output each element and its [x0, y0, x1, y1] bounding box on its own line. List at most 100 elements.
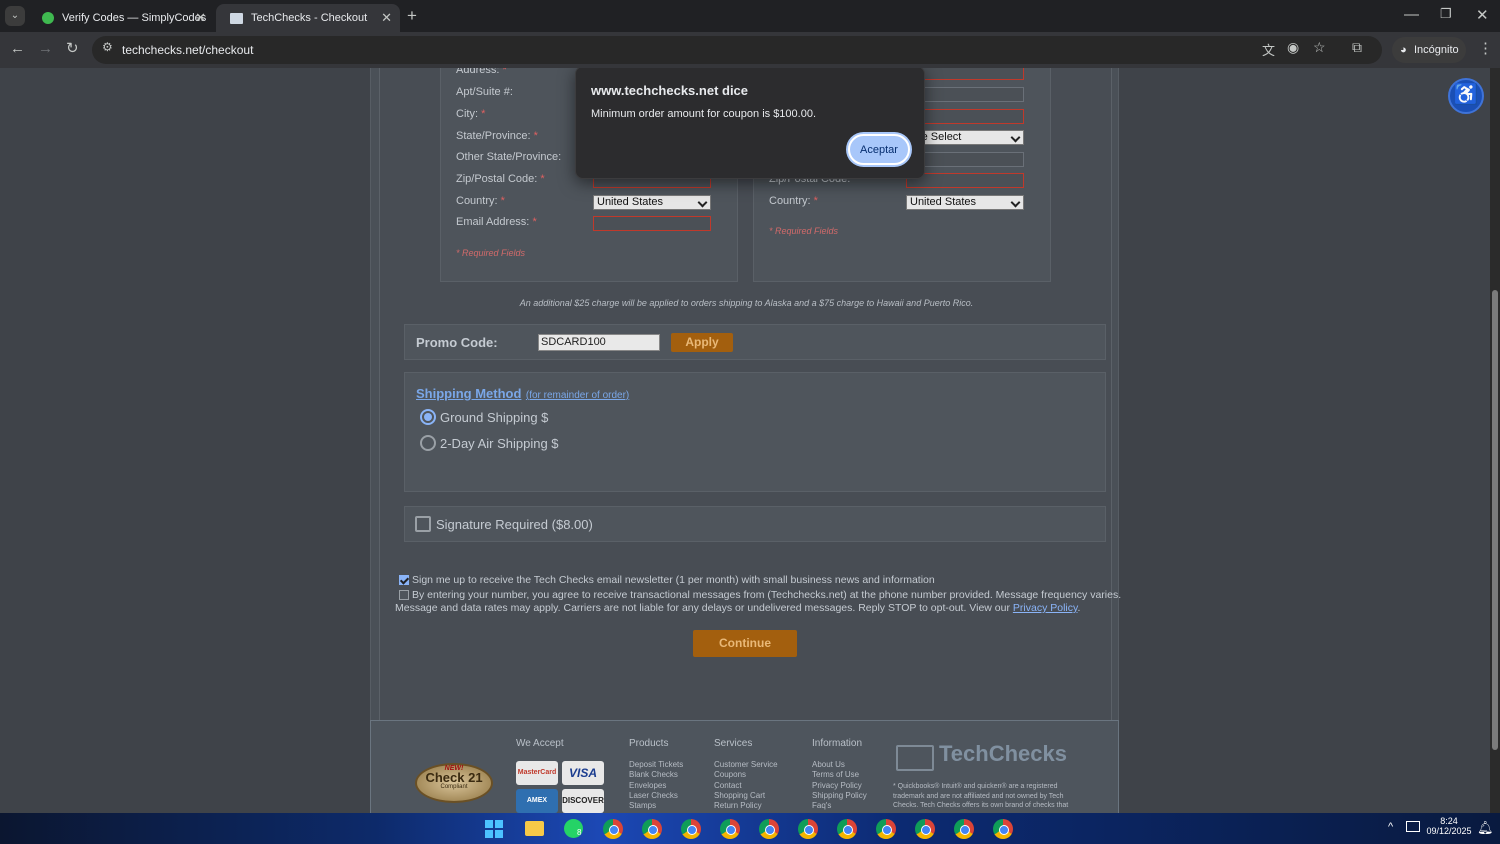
state-label: State/Province: *: [456, 130, 538, 142]
footer-link[interactable]: Laser Checks: [629, 791, 683, 801]
tracking-protection-icon[interactable]: ◉: [1287, 39, 1299, 56]
mastercard-logo: MasterCard: [516, 761, 558, 785]
chrome-icon[interactable]: [837, 819, 857, 839]
tab-techchecks[interactable]: TechChecks - Checkout ✕: [216, 4, 400, 32]
chrome-icon[interactable]: [681, 819, 701, 839]
dialog-message: Minimum order amount for coupon is $100.…: [591, 108, 817, 120]
footer-link[interactable]: Stamps: [629, 801, 683, 811]
sms-consent-text-2: Message and data rates may apply. Carrie…: [395, 602, 1081, 614]
two-day-air-radio[interactable]: [420, 435, 436, 451]
sms-consent-checkbox[interactable]: [399, 590, 409, 600]
chrome-icon[interactable]: [954, 819, 974, 839]
chrome-icon[interactable]: [993, 819, 1013, 839]
windows-start-icon[interactable]: [485, 820, 503, 838]
shipping-method-heading: Shipping Method (for remainder of order): [416, 386, 630, 401]
close-tab-icon[interactable]: ✕: [195, 10, 206, 26]
shipping-country-select[interactable]: United States: [906, 195, 1024, 210]
footer-link[interactable]: Customer Service: [714, 760, 778, 770]
footer-link[interactable]: Blank Checks: [629, 770, 683, 780]
ground-shipping-label: Ground Shipping $: [440, 410, 549, 425]
minimize-icon[interactable]: —: [1404, 6, 1419, 23]
footer-link[interactable]: Contact: [714, 781, 778, 791]
techchecks-favicon-icon: [230, 12, 243, 24]
country-select[interactable]: United States: [593, 195, 711, 210]
signature-checkbox[interactable]: [415, 516, 431, 532]
shipping-method-panel: Shipping Method (for remainder of order)…: [404, 372, 1106, 492]
footer-link[interactable]: Terms of Use: [812, 770, 867, 780]
incognito-icon: ◕: [1400, 44, 1407, 56]
display-icon[interactable]: [1406, 821, 1420, 832]
forward-icon[interactable]: →: [38, 40, 53, 57]
chrome-icon[interactable]: [915, 819, 935, 839]
amex-logo: AMEX: [516, 789, 558, 813]
zip-label: Zip/Postal Code: *: [456, 173, 545, 185]
footer-link[interactable]: Deposit Tickets: [629, 760, 683, 770]
country-label: Country: *: [456, 195, 505, 207]
back-icon[interactable]: ←: [10, 40, 25, 57]
whatsapp-badge: 8: [577, 828, 582, 837]
address-bar[interactable]: ⚙ techchecks.net/checkout 文 ◉ ☆: [92, 36, 1382, 64]
shipping-country-label: Country: *: [769, 195, 818, 207]
discover-logo: DISCOVER: [562, 789, 604, 813]
tab-search-button[interactable]: ⌄: [5, 6, 25, 26]
footer-link[interactable]: Shipping Policy: [812, 791, 867, 801]
required-fields-note: * Required Fields: [456, 248, 526, 258]
sms-consent-text: By entering your number, you agree to re…: [412, 589, 1122, 601]
menu-icon[interactable]: ⋮: [1478, 39, 1493, 57]
email-input[interactable]: [593, 216, 711, 231]
translate-icon[interactable]: 文: [1262, 40, 1275, 59]
whatsapp-icon[interactable]: 8: [564, 819, 583, 838]
chrome-icon[interactable]: [603, 819, 623, 839]
aceptar-button[interactable]: Aceptar: [848, 134, 910, 165]
close-window-icon[interactable]: ✕: [1476, 6, 1489, 24]
clock-date: 09/12/2025: [1426, 826, 1472, 836]
close-tab-icon[interactable]: ✕: [381, 10, 392, 26]
new-tab-icon[interactable]: +: [407, 6, 417, 26]
promo-label: Promo Code:: [416, 335, 498, 350]
file-explorer-icon[interactable]: [525, 821, 544, 836]
reload-icon[interactable]: ↻: [66, 39, 79, 57]
chrome-icon[interactable]: [720, 819, 740, 839]
accessibility-icon[interactable]: ♿: [1448, 78, 1484, 114]
incognito-chip[interactable]: ◕ Incógnito: [1392, 37, 1466, 63]
continue-button[interactable]: Continue: [693, 630, 797, 657]
tray-chevron-icon[interactable]: ^: [1388, 821, 1393, 833]
clock[interactable]: 8:24 09/12/2025: [1424, 816, 1474, 836]
footer-link[interactable]: Return Policy: [714, 801, 778, 811]
scrollbar-thumb[interactable]: [1492, 290, 1498, 750]
page-content: ♿ Address: * Apt/Suite #: City: * State/…: [0, 68, 1490, 813]
notification-bell-icon[interactable]: 🔔︎: [1477, 820, 1494, 836]
footer-link[interactable]: Shopping Cart: [714, 791, 778, 801]
privacy-policy-link[interactable]: Privacy Policy: [1013, 602, 1078, 614]
trademark-disclaimer: * Quickbooks® Intuit® and quicken® are a…: [893, 783, 1069, 809]
footer-link[interactable]: Faq's: [812, 801, 867, 811]
promo-code-input[interactable]: SDCARD100: [538, 334, 660, 351]
site-footer: NEW! Check 21 Compliant We Accept Master…: [370, 720, 1119, 813]
extensions-icon[interactable]: ⧉: [1352, 39, 1362, 56]
tab-simplycodes[interactable]: Verify Codes — SimplyCodes ✕: [28, 4, 214, 32]
restore-icon[interactable]: ❐: [1440, 6, 1452, 22]
information-links: About Us Terms of Use Privacy Policy Shi…: [812, 760, 867, 811]
site-info-icon[interactable]: ⚙: [102, 40, 113, 54]
vertical-scrollbar[interactable]: [1490, 68, 1500, 813]
chrome-icon[interactable]: [798, 819, 818, 839]
products-links: Deposit Tickets Blank Checks Envelopes L…: [629, 760, 683, 811]
simplycodes-favicon-icon: [42, 12, 54, 24]
ground-shipping-radio[interactable]: [420, 409, 436, 425]
footer-link[interactable]: About Us: [812, 760, 867, 770]
signature-panel: Signature Required ($8.00): [404, 506, 1106, 542]
footer-link[interactable]: Coupons: [714, 770, 778, 780]
chrome-icon[interactable]: [759, 819, 779, 839]
bookmark-star-icon[interactable]: ☆: [1313, 39, 1326, 56]
promo-panel: Promo Code: SDCARD100 Apply: [404, 324, 1106, 360]
newsletter-checkbox[interactable]: [399, 575, 409, 585]
chrome-icon[interactable]: [876, 819, 896, 839]
footer-link[interactable]: Envelopes: [629, 781, 683, 791]
dialog-title: www.techchecks.net dice: [591, 83, 749, 98]
footer-link[interactable]: Privacy Policy: [812, 781, 867, 791]
chrome-icon[interactable]: [642, 819, 662, 839]
apply-button[interactable]: Apply: [671, 333, 733, 352]
toolbar: ← → ↻ ⚙ techchecks.net/checkout 文 ◉ ☆ ⧉ …: [0, 32, 1500, 68]
products-heading: Products: [629, 738, 669, 749]
information-heading: Information: [812, 738, 863, 749]
